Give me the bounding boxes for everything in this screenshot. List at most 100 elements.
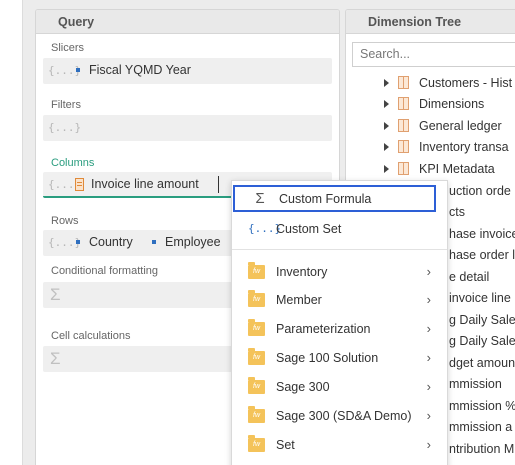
folder-icon: fw [248,347,265,365]
chevron-right-icon: › [426,379,431,394]
slicer-chip-label: Fiscal YQMD Year [89,63,191,77]
column-chip-label: Invoice line amount [91,177,199,191]
table-icon [398,162,409,175]
expand-caret-icon[interactable] [384,99,389,108]
expand-caret-icon[interactable] [384,164,389,173]
menu-item-custom-set[interactable]: {...} Custom Set [232,215,447,242]
tree-item-kpi-metadata[interactable]: KPI Metadata [346,158,495,179]
tree-item-dimensions[interactable]: Dimensions [346,93,484,114]
folder-icon: fw [248,261,265,279]
sigma-icon: Σ [255,190,265,207]
menu-item-label: Member [276,292,322,307]
table-icon [398,119,409,132]
chevron-right-icon: › [426,264,431,279]
rows-label: Rows [51,215,79,227]
slicer-chip-fiscal-year[interactable]: Fiscal YQMD Year [76,63,191,77]
tree-item-label: Inventory transa [419,139,509,154]
tree-item-label: Dimensions [419,96,485,111]
slicers-label: Slicers [51,42,85,54]
tree-item-label: mmission a [449,419,513,434]
menu-folder-sage-300-sda-demo[interactable]: fw Sage 300 (SD&A Demo) › [232,402,447,429]
menu-folder-sage-300[interactable]: fw Sage 300 › [232,373,447,400]
tree-item-commission-amount[interactable]: mmission a [449,416,512,437]
expand-caret-icon[interactable] [384,121,389,130]
tree-item-purchase-order[interactable]: hase order l [449,244,515,265]
tree-item-label: Customers - Hist [419,75,513,90]
menu-folder-member[interactable]: fw Member › [232,286,447,313]
folder-icon: fw [248,434,265,452]
dimension-dot-icon [76,240,80,244]
filters-drop-zone[interactable]: {...} [43,115,332,141]
chevron-right-icon: › [426,321,431,336]
tree-item-label: General ledger [419,118,502,133]
slicers-drop-zone[interactable]: {...} Fiscal YQMD Year [43,58,332,84]
tree-item-label: invoice line [449,290,511,305]
row-chip-employee[interactable]: Employee [152,235,221,249]
row-chip-label: Employee [165,235,221,249]
menu-item-label: Inventory [276,264,328,279]
sigma-icon: Σ [50,285,61,304]
tree-item-general-ledger[interactable]: General ledger [346,115,502,136]
expand-caret-icon[interactable] [384,78,389,87]
tree-item-label: cts [449,204,465,219]
tree-item-inventory-transactions[interactable]: Inventory transa [346,136,509,157]
row-chip-country[interactable]: Country [76,235,133,249]
menu-item-label: Sage 100 Solution [276,350,379,365]
chevron-right-icon: › [426,350,431,365]
tree-item-label: dget amoun [449,355,515,370]
folder-icon: fw [248,405,265,423]
menu-item-label: Sage 300 [276,379,330,394]
menu-item-custom-formula[interactable]: Σ Custom Formula [233,185,436,212]
chevron-right-icon: › [426,292,431,307]
column-chip-invoice-line-amount[interactable]: Invoice line amount [75,177,199,191]
row-chip-label: Country [89,235,133,249]
set-icon: {...} [248,222,282,235]
folder-icon: fw [248,318,265,336]
tree-item-label: e detail [449,269,490,284]
dimension-dot-icon [76,68,80,72]
conditional-formatting-label: Conditional formatting [51,265,159,277]
menu-folder-inventory[interactable]: fw Inventory › [232,258,447,285]
folder-icon: fw [248,376,265,394]
table-icon [398,76,409,89]
tree-item-budget-amount[interactable]: dget amoun [449,352,515,373]
tree-item-label: ntribution M [449,441,515,456]
dimension-dot-icon [152,240,156,244]
tree-item-customers[interactable]: Customers - Hist [346,72,512,93]
tree-item-label: mmission % [449,398,515,413]
tree-item-label: mmission [449,376,502,391]
left-sidebar-strip [0,0,23,465]
menu-item-label: Set [276,437,295,452]
table-icon [398,97,409,110]
expand-caret-icon[interactable] [384,142,389,151]
add-calculation-context-menu: Σ Custom Formula {...} Custom Set fw Inv… [231,180,448,465]
tree-item-purchase-invoice[interactable]: hase invoice [449,223,515,244]
menu-folder-parameterization[interactable]: fw Parameterization › [232,315,447,342]
menu-item-label: Sage 300 (SD&A Demo) [276,408,412,423]
tree-item-daily-sales-1[interactable]: g Daily Sales [449,309,515,330]
tree-item-production-order[interactable]: uction orde [449,180,511,201]
columns-label: Columns [51,157,95,169]
cell-calculations-label: Cell calculations [51,330,131,342]
tree-item-commission[interactable]: mmission [449,373,502,394]
menu-folder-sage-100-solution[interactable]: fw Sage 100 Solution › [232,344,447,371]
tree-item-contribution-margin[interactable]: ntribution M [449,438,514,459]
menu-item-label: Custom Set [276,221,342,236]
folder-icon: fw [248,289,265,307]
menu-folder-set[interactable]: fw Set › [232,431,447,458]
query-panel-title: Query [36,10,339,34]
tree-item-label: hase order l [449,247,515,262]
tree-item-sale-detail[interactable]: e detail [449,266,489,287]
menu-item-label: Parameterization [276,321,371,336]
dimension-tree-title: Dimension Tree [346,10,515,34]
tree-item-commission-percent[interactable]: mmission % [449,395,515,416]
tree-item-label: uction orde [449,183,511,198]
dimension-search-input[interactable]: Search... [352,42,515,67]
tree-item-daily-sales-2[interactable]: g Daily Sales [449,330,515,351]
menu-item-label: Custom Formula [279,191,372,206]
tree-item-products[interactable]: cts [449,201,465,222]
tree-item-label: g Daily Sales [449,333,515,348]
tree-item-label: hase invoice [449,226,515,241]
tree-item-label: KPI Metadata [419,161,495,176]
tree-item-invoice-line[interactable]: invoice line [449,287,511,308]
